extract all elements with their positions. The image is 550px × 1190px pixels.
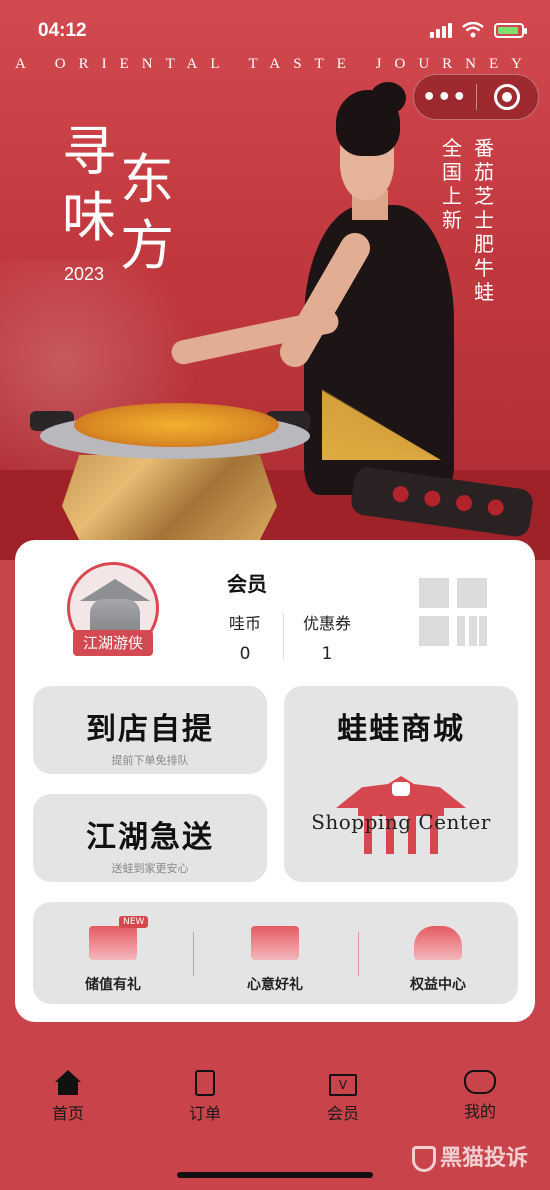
benefits-label: 权益中心 (410, 977, 466, 993)
delivery-subtitle: 送蛙到家更安心 (111, 862, 189, 875)
mini-services-bar: NEW 储值有礼 心意好礼 权益中心 (33, 902, 518, 1004)
watermark-text: 黑猫投诉 (440, 1146, 529, 1171)
tab-member[interactable]: V 会员 (303, 1070, 383, 1124)
pickup-title: 到店自提 (86, 712, 214, 747)
tab-mine-label: 我的 (463, 1102, 496, 1121)
new-badge: NEW (119, 916, 149, 928)
stat-divider (283, 614, 284, 660)
close-miniprogram-button[interactable] (476, 84, 538, 110)
coins-value: 0 (239, 644, 251, 664)
member-level-badge: 江湖游侠 (73, 630, 153, 656)
more-menu-button[interactable]: ••• (414, 85, 476, 110)
miniprogram-capsule: ••• (413, 74, 539, 120)
order-icon (195, 1070, 215, 1096)
status-bar: 04:12 (0, 0, 550, 60)
wifi-icon (462, 22, 484, 38)
home-indicator[interactable] (177, 1172, 373, 1178)
delivery-tile[interactable]: 江湖急送 送蛙到家更安心 (33, 794, 267, 882)
mall-title: 蛙蛙商城 (337, 712, 465, 747)
coupons-label: 优惠券 (302, 614, 351, 633)
gift-box-icon (251, 926, 299, 960)
coupons-stat[interactable]: 优惠券 1 (299, 610, 355, 664)
home-icon (55, 1070, 81, 1096)
status-time: 04:12 (38, 20, 87, 41)
gift-label: 心意好礼 (247, 977, 303, 993)
stove-stand (62, 455, 277, 540)
hero-title-char: 方 (120, 214, 174, 277)
straw-hat-icon (80, 579, 150, 601)
member-services-card: 江湖游侠 会员 哇币 0 优惠券 1 到店自提 提前下单免排队 江湖急送 送蛙到… (15, 540, 535, 1022)
hero-title-char: 味 (62, 186, 116, 249)
target-icon (494, 84, 521, 110)
hero-title-char: 寻 (62, 120, 116, 183)
coupons-value: 1 (321, 644, 333, 664)
member-title: 会员 (227, 572, 267, 596)
benefits-center-button[interactable]: 权益中心 (358, 902, 518, 1004)
pickup-subtitle: 提前下单免排队 (111, 754, 189, 767)
delivery-title: 江湖急送 (86, 820, 214, 855)
hero-year: 2023 (64, 264, 105, 284)
model-figure (169, 82, 510, 495)
cloud-benefits-icon (414, 926, 462, 960)
pickup-tile[interactable]: 到店自提 提前下单免排队 (33, 686, 267, 774)
food-pot (30, 395, 310, 465)
shield-icon (412, 1146, 436, 1172)
tab-orders-label: 订单 (188, 1104, 221, 1123)
tab-home[interactable]: 首页 (28, 1070, 108, 1124)
stored-value-button[interactable]: NEW 储值有礼 (33, 902, 193, 1004)
shopping-mall-tile[interactable]: 蛙蛙商城 Shopping Center (284, 686, 518, 882)
member-qr-code-icon[interactable] (419, 578, 487, 646)
signal-icon (430, 22, 452, 38)
tab-home-label: 首页 (51, 1104, 84, 1123)
tab-member-label: 会员 (326, 1104, 359, 1123)
watermark: 黑猫投诉 (412, 1140, 528, 1172)
gift-button[interactable]: 心意好礼 (195, 902, 355, 1004)
coins-label: 哇币 (228, 614, 261, 633)
member-card-icon: V (329, 1074, 357, 1096)
profile-icon (464, 1070, 496, 1094)
bottom-tab-bar: 首页 订单 V 会员 我的 (0, 1070, 550, 1140)
mall-subtitle: Shopping Center (311, 810, 491, 834)
hero-title-char: 东 (120, 148, 174, 211)
battery-icon (494, 22, 527, 38)
tab-orders[interactable]: 订单 (165, 1070, 245, 1124)
tab-mine[interactable]: 我的 (440, 1070, 520, 1122)
stored-value-label: 储值有礼 (85, 977, 141, 993)
coins-stat[interactable]: 哇币 0 (225, 610, 265, 664)
stored-value-card-icon (89, 926, 137, 960)
folding-fan (322, 350, 492, 460)
